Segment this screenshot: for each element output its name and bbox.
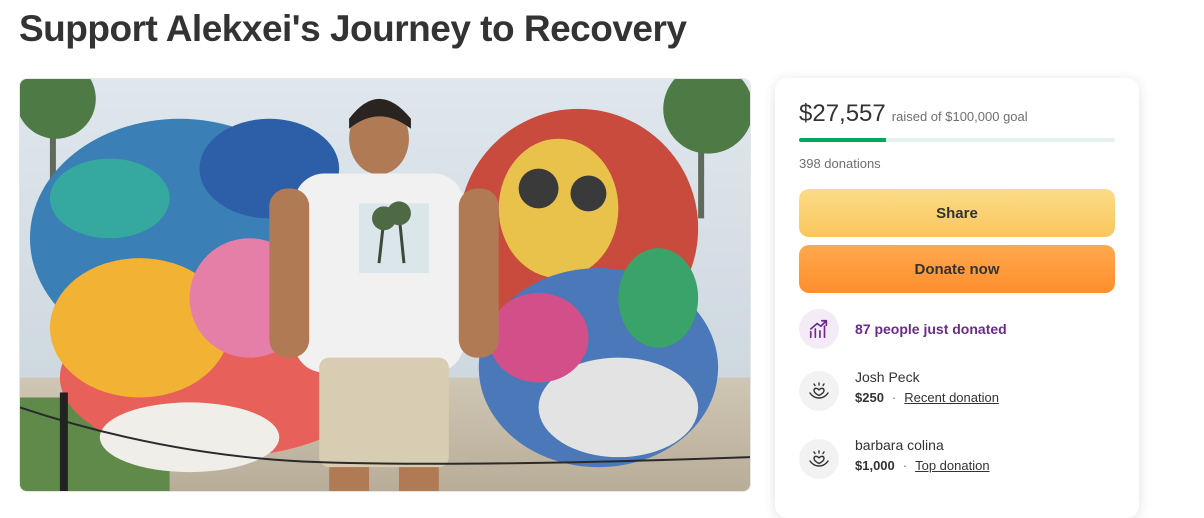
progress-bar <box>799 138 1115 142</box>
top-donation-link[interactable]: Top donation <box>915 458 989 473</box>
share-button[interactable]: Share <box>799 189 1115 237</box>
recent-donation-link[interactable]: Recent donation <box>904 390 999 405</box>
donor-row: Josh Peck $250 · Recent donation <box>799 369 1115 411</box>
donor-name: barbara colina <box>855 437 944 453</box>
trending-up-icon <box>799 309 839 349</box>
amount-raised: $27,557 <box>799 100 886 127</box>
separator-dot: · <box>902 458 908 473</box>
donor-name: Josh Peck <box>855 369 920 385</box>
recent-activity: 87 people just donated <box>799 309 1115 349</box>
donor-amount: $250 <box>855 390 884 405</box>
hero-photo <box>20 79 750 491</box>
donor-amount: $1,000 <box>855 458 895 473</box>
donate-now-button[interactable]: Donate now <box>799 245 1115 293</box>
progress-fill <box>799 138 887 142</box>
page-title: Support Alekxei's Journey to Recovery <box>19 8 687 49</box>
heart-hand-icon <box>799 371 839 411</box>
heart-hand-icon <box>799 439 839 479</box>
activity-text: 87 people just donated <box>855 321 1007 337</box>
donation-card: $27,557 raised of $100,000 goal 398 dona… <box>775 78 1139 518</box>
goal-text: raised of $100,000 goal <box>891 109 1028 124</box>
donations-count: 398 donations <box>799 156 881 171</box>
raised-summary: $27,557 raised of $100,000 goal <box>799 100 1115 128</box>
hero-image[interactable] <box>19 78 751 492</box>
donor-row: barbara colina $1,000 · Top donation <box>799 437 1115 479</box>
separator-dot: · <box>891 390 897 405</box>
